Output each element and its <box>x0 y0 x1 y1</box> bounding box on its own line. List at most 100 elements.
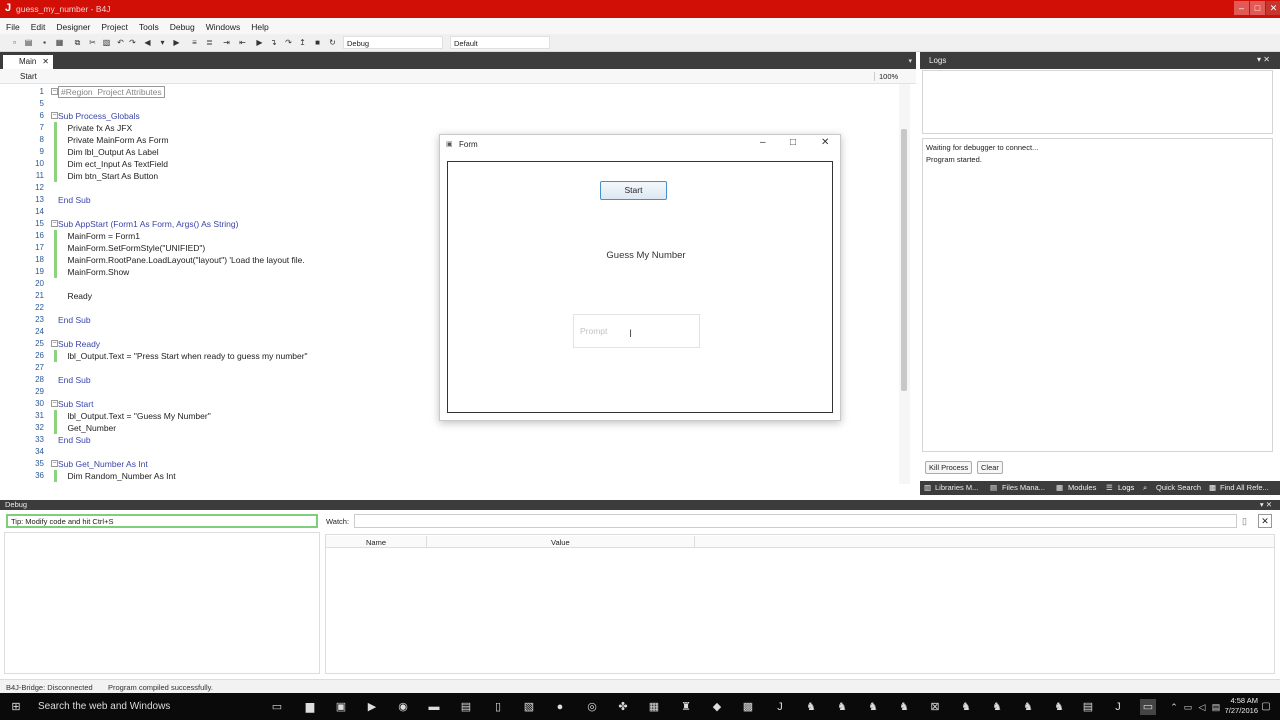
dropdown-icon[interactable]: ▾ <box>158 38 167 47</box>
step-out-icon[interactable]: ↥ <box>298 38 307 47</box>
line-number[interactable]: 21 <box>24 291 44 300</box>
line-number[interactable]: 23 <box>24 315 44 324</box>
line-number[interactable]: 14 <box>24 207 44 216</box>
spreadsheet-icon[interactable]: ▦ <box>646 699 662 715</box>
undo-icon[interactable]: ↶ <box>116 38 125 47</box>
code-line[interactable]: Sub Process_Globals <box>58 111 140 121</box>
line-number[interactable]: 22 <box>24 303 44 312</box>
panel-pin-icon[interactable]: ▾ ✕ <box>1257 55 1270 64</box>
app-icon-7[interactable]: ⊠ <box>927 699 943 715</box>
menu-debug[interactable]: Debug <box>164 18 200 32</box>
scroll-thumb[interactable] <box>901 129 907 391</box>
code-line[interactable]: Sub Get_Number As Int <box>58 459 148 469</box>
indent-icon[interactable]: ⇥ <box>222 38 231 47</box>
zoom-level[interactable]: 100% <box>874 72 908 81</box>
app-icon-6[interactable]: ♞ <box>896 699 912 715</box>
app-icon-3[interactable]: ♞ <box>803 699 819 715</box>
globe-icon[interactable]: ◆ <box>709 699 725 715</box>
file-explorer-icon[interactable]: ▆ <box>302 699 318 715</box>
line-number[interactable]: 9 <box>24 147 44 156</box>
line-number[interactable]: 31 <box>24 411 44 420</box>
fold-toggle-icon[interactable]: − <box>51 340 58 347</box>
line-number[interactable]: 29 <box>24 387 44 396</box>
back-icon[interactable]: ◀ <box>143 38 152 47</box>
restart-icon[interactable]: ↻ <box>328 38 337 47</box>
column-name[interactable]: Name <box>366 538 386 547</box>
line-number[interactable]: 5 <box>24 99 44 108</box>
document-icon[interactable]: ▯ <box>490 699 506 715</box>
start-menu-icon[interactable]: ⊞ <box>8 699 24 715</box>
line-number[interactable]: 7 <box>24 123 44 132</box>
line-number[interactable]: 1 <box>24 87 44 96</box>
fold-toggle-icon[interactable]: − <box>51 112 58 119</box>
new-file-icon[interactable]: ▫ <box>10 38 19 47</box>
watch-input[interactable] <box>354 514 1237 528</box>
fold-toggle-icon[interactable]: − <box>51 400 58 407</box>
form-taskbar-icon[interactable]: ▭ <box>1140 699 1156 715</box>
b4j-taskbar-icon[interactable]: J <box>1110 699 1126 715</box>
line-number[interactable]: 15 <box>24 219 44 228</box>
outdent-icon[interactable]: ⇤ <box>238 38 247 47</box>
task-view-icon[interactable]: ▭ <box>269 699 285 715</box>
menu-windows[interactable]: Windows <box>200 18 245 32</box>
delete-watch-icon[interactable]: ▯ <box>1242 516 1247 527</box>
app-icon-2[interactable]: ♜ <box>678 699 694 715</box>
debug-pin-icon[interactable]: ▾ ✕ <box>1260 500 1272 510</box>
line-number[interactable]: 18 <box>24 255 44 264</box>
save-all-icon[interactable]: ▦ <box>55 38 64 47</box>
tab-files[interactable]: Files Mana... <box>1002 483 1045 492</box>
line-number[interactable]: 19 <box>24 267 44 276</box>
code-line[interactable]: lbl_Output.Text = "Guess My Number" <box>58 411 210 421</box>
code-line[interactable]: Ready <box>58 291 92 301</box>
menu-project[interactable]: Project <box>95 18 132 32</box>
form-maximize-icon[interactable]: □ <box>790 137 796 148</box>
start-button[interactable]: Start <box>600 181 667 200</box>
app-icon-8[interactable]: ♞ <box>958 699 974 715</box>
app-icon-12[interactable]: ▤ <box>1080 699 1096 715</box>
app-icon-10[interactable]: ♞ <box>1020 699 1036 715</box>
line-number[interactable]: 12 <box>24 183 44 192</box>
code-line[interactable]: lbl_Output.Text = "Press Start when read… <box>58 351 307 361</box>
line-number[interactable]: 26 <box>24 351 44 360</box>
prompt-input[interactable]: Prompt <box>573 314 700 348</box>
tab-main[interactable]: Main ✕ <box>3 55 53 69</box>
line-number[interactable]: 32 <box>24 423 44 432</box>
comment-icon[interactable]: ≡ <box>190 38 199 47</box>
bitcoin-icon[interactable]: ● <box>552 699 568 715</box>
tab-logs[interactable]: Logs <box>1118 483 1134 492</box>
line-number[interactable]: 13 <box>24 195 44 204</box>
menu-designer[interactable]: Designer <box>50 18 95 32</box>
line-number[interactable]: 30 <box>24 399 44 408</box>
line-number[interactable]: 6 <box>24 111 44 120</box>
code-line[interactable]: Private MainForm As Form <box>58 135 168 145</box>
uncomment-icon[interactable]: ≣ <box>205 38 214 47</box>
record-icon[interactable]: ◎ <box>584 699 600 715</box>
tab-modules[interactable]: Modules <box>1068 483 1096 492</box>
menu-tools[interactable]: Tools <box>133 18 164 32</box>
chrome-icon[interactable]: ◉ <box>395 699 411 715</box>
code-line[interactable]: Get_Number <box>58 423 116 433</box>
kill-process-button[interactable]: Kill Process <box>925 461 973 474</box>
line-number[interactable]: 28 <box>24 375 44 384</box>
debug-command-input[interactable]: Tip: Modify code and hit Ctrl+S <box>6 514 318 528</box>
line-number[interactable]: 36 <box>24 471 44 480</box>
line-number[interactable]: 35 <box>24 459 44 468</box>
forward-icon[interactable]: ▶ <box>172 38 181 47</box>
app-icon-11[interactable]: ♞ <box>1051 699 1067 715</box>
maximize-icon[interactable]: □ <box>1250 1 1265 15</box>
conditional-symbols-select[interactable]: Default <box>450 36 550 49</box>
cut-icon[interactable]: ✂ <box>88 38 97 47</box>
media-icon[interactable]: ▶ <box>364 699 380 715</box>
line-number[interactable]: 20 <box>24 279 44 288</box>
line-number[interactable]: 34 <box>24 447 44 456</box>
b4j-icon[interactable]: ▤ <box>458 699 474 715</box>
code-line[interactable]: #Region Project Attributes <box>58 86 165 98</box>
code-line[interactable]: End Sub <box>58 195 91 205</box>
line-number[interactable]: 33 <box>24 435 44 444</box>
code-line[interactable]: Dim btn_Start As Button <box>58 171 158 181</box>
code-line[interactable]: Sub Start <box>58 399 93 409</box>
copy-icon[interactable]: ⧉ <box>73 38 82 47</box>
code-line[interactable]: Sub Ready <box>58 339 100 349</box>
menu-edit[interactable]: Edit <box>25 18 51 32</box>
app-icon-5[interactable]: ♞ <box>865 699 881 715</box>
